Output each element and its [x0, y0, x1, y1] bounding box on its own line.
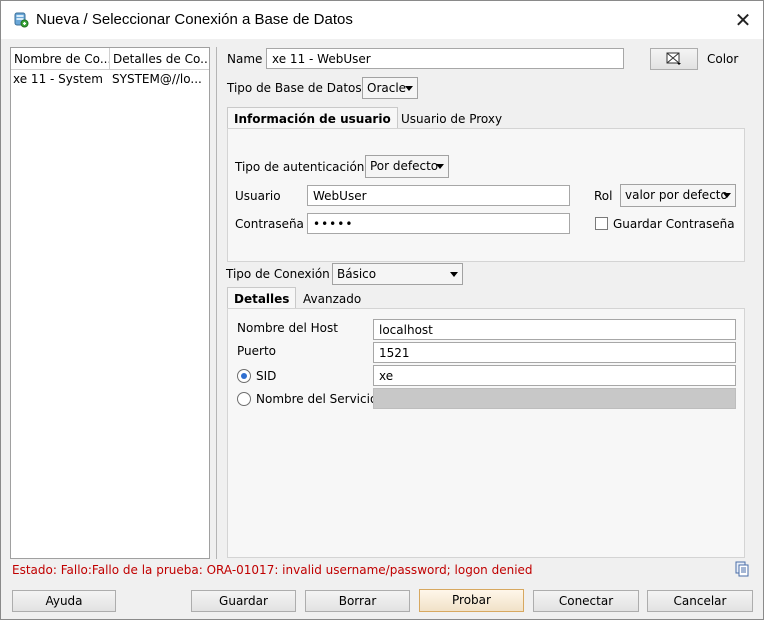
window-title: Nueva / Seleccionar Conexión a Base de D…: [36, 11, 353, 28]
sid-input[interactable]: xe: [373, 365, 736, 386]
port-label: Puerto: [237, 344, 276, 358]
status-message: Estado: Fallo:Fallo de la prueba: ORA-01…: [12, 563, 533, 577]
help-button[interactable]: Ayuda: [12, 590, 116, 612]
splitter[interactable]: [216, 47, 217, 559]
role-dropdown[interactable]: valor por defecto: [620, 184, 736, 207]
auth-type-label: Tipo de autenticación: [235, 160, 365, 174]
connection-name: xe 11 - System: [13, 72, 103, 86]
role-label: Rol: [594, 189, 613, 203]
port-input[interactable]: 1521: [373, 342, 736, 363]
tab-details[interactable]: Detalles: [227, 287, 297, 309]
host-label: Nombre del Host: [237, 321, 338, 335]
auth-type-dropdown[interactable]: Por defecto: [365, 155, 449, 178]
password-label: Contraseña: [235, 217, 304, 231]
save-password-label: Guardar Contraseña: [613, 217, 735, 231]
connect-button[interactable]: Conectar: [533, 590, 639, 612]
clear-button[interactable]: Borrar: [305, 590, 410, 612]
list-item[interactable]: xe 11 - System SYSTEM@//lo...: [11, 70, 209, 88]
service-name-label: Nombre del Servicio: [256, 392, 378, 406]
connections-list[interactable]: Nombre de Co... Detalles de Co... xe 11 …: [10, 47, 210, 559]
chevron-down-icon: [405, 86, 413, 91]
sid-radio[interactable]: [237, 369, 251, 383]
copy-icon[interactable]: [734, 561, 750, 577]
password-input[interactable]: •••••: [307, 213, 570, 234]
tab-advanced[interactable]: Avanzado: [297, 288, 367, 310]
color-picker-icon: [666, 52, 681, 65]
database-connection-icon: [14, 12, 29, 28]
db-type-label: Tipo de Base de Datos: [227, 81, 362, 95]
title-bar: Nueva / Seleccionar Conexión a Base de D…: [1, 1, 763, 39]
chevron-down-icon: [450, 272, 458, 277]
service-name-input: [373, 388, 736, 409]
name-input[interactable]: xe 11 - WebUser: [266, 48, 624, 69]
chevron-down-icon: [436, 164, 444, 169]
tab-proxy-user[interactable]: Usuario de Proxy: [395, 108, 508, 130]
save-password-checkbox[interactable]: [595, 217, 608, 230]
conn-type-dropdown[interactable]: Básico: [332, 263, 463, 285]
conn-type-value: Básico: [337, 267, 377, 281]
auth-type-value: Por defecto: [370, 159, 439, 173]
db-type-value: Oracle: [367, 81, 407, 95]
role-value: valor por defecto: [625, 188, 728, 202]
user-input[interactable]: WebUser: [307, 185, 570, 206]
chevron-down-icon: [723, 193, 731, 198]
column-header-details[interactable]: Detalles de Co...: [110, 48, 209, 70]
color-button[interactable]: [650, 48, 698, 70]
name-label: Name: [227, 52, 263, 66]
column-header-name[interactable]: Nombre de Co...: [11, 48, 110, 70]
color-label: Color: [707, 52, 739, 66]
save-button[interactable]: Guardar: [191, 590, 296, 612]
conn-type-label: Tipo de Conexión: [226, 267, 330, 281]
service-name-radio[interactable]: [237, 392, 251, 406]
sid-label: SID: [256, 369, 277, 383]
tab-user-info[interactable]: Información de usuario: [227, 107, 398, 129]
connection-details: SYSTEM@//lo...: [112, 72, 202, 86]
db-type-dropdown[interactable]: Oracle: [362, 77, 418, 99]
close-icon[interactable]: ✕: [732, 9, 754, 31]
test-button[interactable]: Probar: [419, 589, 524, 612]
cancel-button[interactable]: Cancelar: [647, 590, 753, 612]
host-input[interactable]: localhost: [373, 319, 736, 340]
user-label: Usuario: [235, 189, 281, 203]
